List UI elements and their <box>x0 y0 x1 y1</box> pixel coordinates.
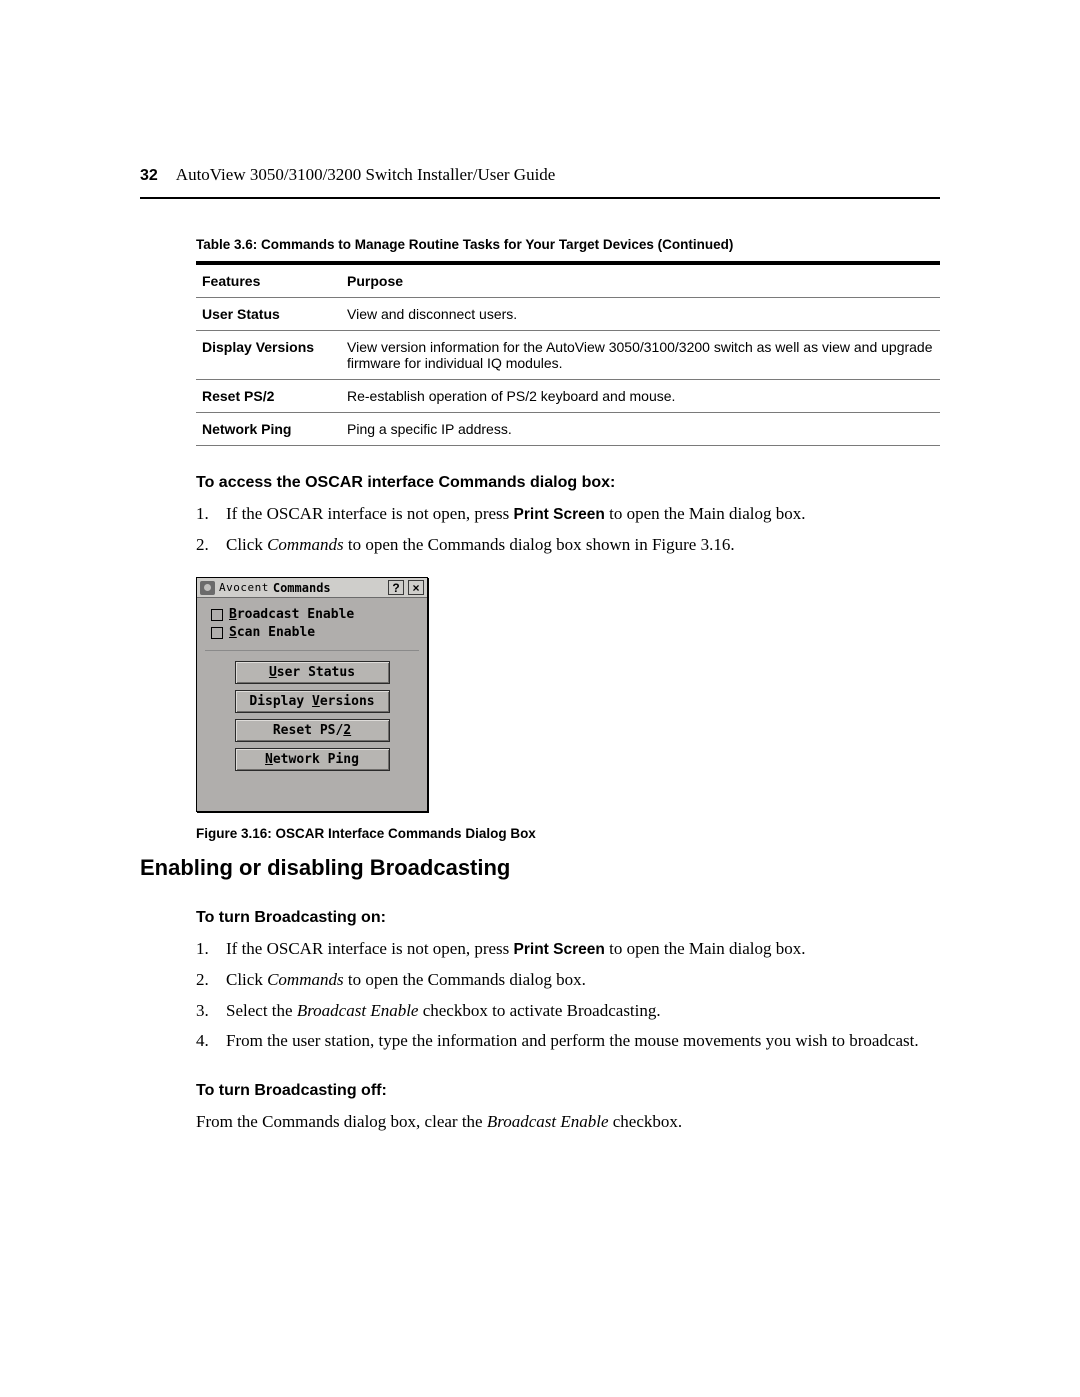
scan-enable-row[interactable]: Scan Enable <box>211 625 419 640</box>
procedure-heading-broadcast-off: To turn Broadcasting off: <box>196 1082 940 1100</box>
procedure-steps-broadcast-on: If the OSCAR interface is not open, pres… <box>196 937 940 1054</box>
print-screen-key: Print Screen <box>514 506 605 523</box>
broadcast-enable-ref: Broadcast Enable <box>487 1112 609 1131</box>
step-text: If the OSCAR interface is not open, pres… <box>226 504 514 523</box>
procedure-heading-broadcast-on: To turn Broadcasting on: <box>196 909 940 927</box>
cell-feature: User Status <box>196 298 341 331</box>
broadcast-enable-ref: Broadcast Enable <box>297 1001 419 1020</box>
dialog-brand: Avocent <box>219 581 269 594</box>
step-text: to open the Main dialog box. <box>605 504 806 523</box>
cell-purpose: View and disconnect users. <box>341 298 940 331</box>
page-number: 32 <box>140 167 158 185</box>
help-button[interactable]: ? <box>388 580 404 595</box>
col-header-features: Features <box>196 263 341 298</box>
step-text: From the user station, type the informat… <box>226 1031 919 1050</box>
display-versions-button[interactable]: Display Versions <box>235 690 390 713</box>
step-text: If the OSCAR interface is not open, pres… <box>226 939 514 958</box>
commands-ref: Commands <box>267 970 344 989</box>
body-text: checkbox. <box>609 1112 683 1131</box>
page-header: 32 AutoView 3050/3100/3200 Switch Instal… <box>140 165 940 199</box>
col-header-purpose: Purpose <box>341 263 940 298</box>
broadcast-off-body: From the Commands dialog box, clear the … <box>196 1110 940 1135</box>
step-text: to open the Commands dialog box. <box>344 970 586 989</box>
section-heading-broadcasting: Enabling or disabling Broadcasting <box>140 855 940 881</box>
table-row: Display Versions View version informatio… <box>196 331 940 380</box>
scan-enable-label: Scan Enable <box>229 625 315 640</box>
cell-feature: Display Versions <box>196 331 341 380</box>
checkbox-icon[interactable] <box>211 609 223 621</box>
user-status-button[interactable]: User Status <box>235 661 390 684</box>
print-screen-key: Print Screen <box>514 941 605 958</box>
page-header-title: AutoView 3050/3100/3200 Switch Installer… <box>176 165 556 185</box>
list-item: From the user station, type the informat… <box>196 1029 940 1054</box>
commands-ref: Commands <box>267 535 344 554</box>
step-text: checkbox to activate Broadcasting. <box>418 1001 660 1020</box>
list-item: If the OSCAR interface is not open, pres… <box>196 937 940 962</box>
dialog-body: Broadcast Enable Scan Enable User Status… <box>197 598 427 811</box>
list-item: Click Commands to open the Commands dial… <box>196 968 940 993</box>
list-item: If the OSCAR interface is not open, pres… <box>196 502 940 527</box>
commands-table: Features Purpose User Status View and di… <box>196 261 940 446</box>
button-stack: User Status Display Versions Reset PS/2 … <box>205 650 419 803</box>
oscar-commands-dialog: Avocent Commands ? × Broadcast Enable Sc… <box>196 577 428 812</box>
avocent-logo-icon <box>200 581 215 595</box>
dialog-titlebar: Avocent Commands ? × <box>197 578 427 598</box>
table-caption: Table 3.6: Commands to Manage Routine Ta… <box>196 237 940 252</box>
broadcast-enable-label: Broadcast Enable <box>229 607 354 622</box>
checkbox-icon[interactable] <box>211 627 223 639</box>
table-row: Network Ping Ping a specific IP address. <box>196 413 940 446</box>
body-text: From the Commands dialog box, clear the <box>196 1112 487 1131</box>
page-content: 32 AutoView 3050/3100/3200 Switch Instal… <box>140 165 940 1134</box>
step-text: Click <box>226 970 267 989</box>
step-text: to open the Main dialog box. <box>605 939 806 958</box>
reset-ps2-button[interactable]: Reset PS/2 <box>235 719 390 742</box>
network-ping-button[interactable]: Network Ping <box>235 748 390 771</box>
cell-feature: Network Ping <box>196 413 341 446</box>
cell-purpose: Ping a specific IP address. <box>341 413 940 446</box>
cell-feature: Reset PS/2 <box>196 380 341 413</box>
procedure-steps-access: If the OSCAR interface is not open, pres… <box>196 502 940 557</box>
procedure-heading-access: To access the OSCAR interface Commands d… <box>196 474 940 492</box>
broadcast-enable-row[interactable]: Broadcast Enable <box>211 607 419 622</box>
table-row: User Status View and disconnect users. <box>196 298 940 331</box>
list-item: Click Commands to open the Commands dial… <box>196 533 940 558</box>
cell-purpose: Re-establish operation of PS/2 keyboard … <box>341 380 940 413</box>
figure-caption: Figure 3.16: OSCAR Interface Commands Di… <box>196 826 940 841</box>
step-text: to open the Commands dialog box shown in… <box>344 535 735 554</box>
step-text: Click <box>226 535 267 554</box>
list-item: Select the Broadcast Enable checkbox to … <box>196 999 940 1024</box>
dialog-title: Commands <box>273 581 331 595</box>
close-button[interactable]: × <box>408 580 424 595</box>
cell-purpose: View version information for the AutoVie… <box>341 331 940 380</box>
step-text: Select the <box>226 1001 297 1020</box>
table-row: Reset PS/2 Re-establish operation of PS/… <box>196 380 940 413</box>
